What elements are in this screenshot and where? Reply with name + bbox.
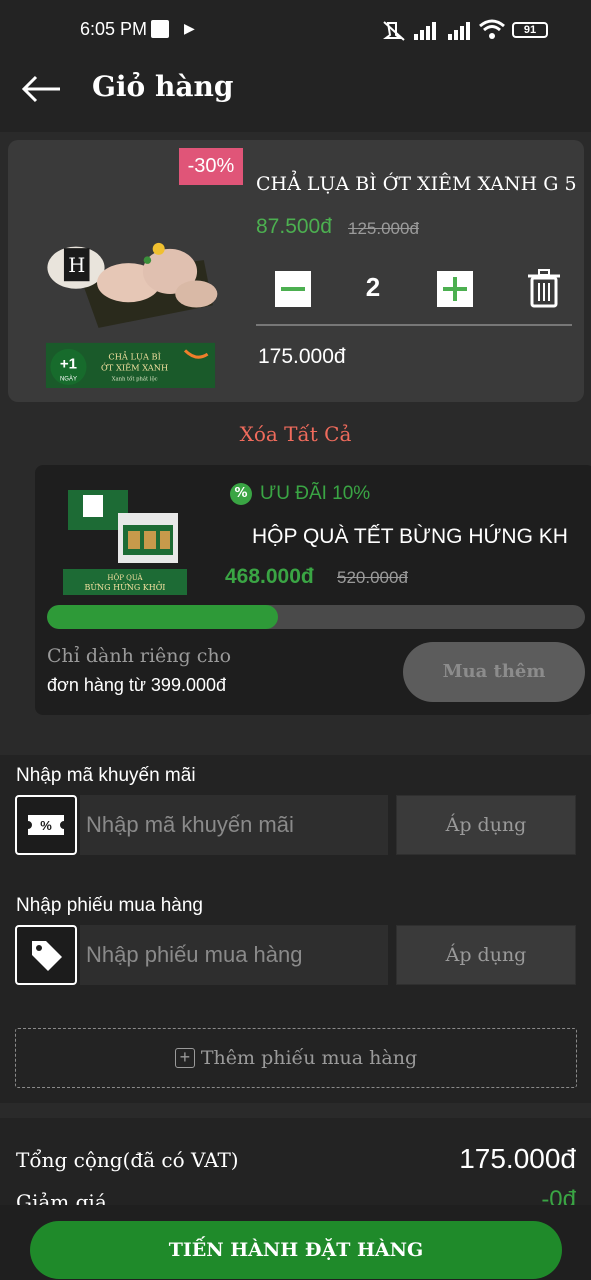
promo-progress-bar <box>47 605 585 629</box>
checkout-button[interactable]: TIẾN HÀNH ĐẶT HÀNG <box>30 1221 562 1279</box>
total-value: 175.000đ <box>459 1143 576 1174</box>
coupon-input[interactable] <box>80 925 388 985</box>
decrease-quantity-button[interactable] <box>275 271 311 307</box>
discount-badge: -30% <box>179 148 243 185</box>
buy-more-button[interactable]: Mua thêm <box>403 642 585 702</box>
svg-text:NGÀY: NGÀY <box>60 375 77 382</box>
promo-product-name[interactable]: HỘP QUÀ TẾT BỪNG HỨNG KH <box>252 525 568 549</box>
product-image[interactable]: H +1 NGÀY CHẢ LỤA BÌ ỚT XIÊM XANH Xanh t… <box>18 200 243 388</box>
svg-text:CHẢ LỤA BÌ: CHẢ LỤA BÌ <box>108 349 161 361</box>
cart-item-card: H +1 NGÀY CHẢ LỤA BÌ ỚT XIÊM XANH Xanh t… <box>8 140 584 402</box>
promo-code-icon: % <box>15 795 77 855</box>
total-label: Tổng cộng(đã có VAT) <box>16 1148 239 1172</box>
page-title: Giỏ hàng <box>92 70 234 103</box>
mute-icon <box>383 21 405 41</box>
promo-old-price: 520.000đ <box>337 568 408 587</box>
svg-text:HỘP QUÀ: HỘP QUÀ <box>107 573 143 582</box>
svg-text:+1: +1 <box>60 355 77 372</box>
promo-tag: ƯU ĐÃI 10% <box>260 483 371 504</box>
divider <box>256 324 572 326</box>
promo-progress-fill <box>47 605 279 629</box>
product-price: 87.500đ <box>256 215 332 238</box>
trash-icon[interactable] <box>526 268 562 308</box>
play-icon: ▶ <box>184 21 195 37</box>
minus-icon <box>281 287 305 291</box>
promo-price: 468.000đ <box>225 565 314 588</box>
coupon-label: Nhập phiếu mua hàng <box>16 895 203 916</box>
add-icon: + <box>174 1048 195 1068</box>
voucher-section: Nhập mã khuyến mãi % Áp dụng Nhập phiếu … <box>0 755 591 1103</box>
checkout-bar: TIẾN HÀNH ĐẶT HÀNG <box>0 1205 591 1280</box>
promo-note-line2: đơn hàng từ 399.000đ <box>47 675 226 695</box>
notification-icon <box>151 20 169 38</box>
tag-icon <box>32 941 62 971</box>
quantity-value: 2 <box>365 272 381 302</box>
promo-offer-card: HỘP QUÀ BỪNG HỨNG KHỞI % ƯU ĐÃI 10% HỘP … <box>35 465 591 715</box>
product-old-price: 125.000đ <box>348 219 419 238</box>
status-bar: 6:05 PM ▶ 91 <box>0 0 591 50</box>
add-coupon-button[interactable]: + Thêm phiếu mua hàng <box>15 1028 577 1088</box>
signal-icon <box>414 22 436 40</box>
svg-text:H: H <box>68 254 85 277</box>
promo-code-label: Nhập mã khuyến mãi <box>16 765 196 786</box>
signal-icon-2 <box>448 22 470 40</box>
svg-text:%: % <box>40 818 52 833</box>
battery-icon: 91 <box>512 22 548 38</box>
ticket-icon: % <box>28 815 64 835</box>
percent-icon: % <box>230 483 252 505</box>
clear-all-button[interactable]: Xóa Tất Cả <box>0 422 591 446</box>
add-coupon-label: Thêm phiếu mua hàng <box>200 1047 418 1069</box>
gift-box-image[interactable]: HỘP QUÀ BỪNG HỨNG KHỞI <box>63 485 187 595</box>
coupon-icon <box>15 925 77 985</box>
app-header: Giỏ hàng <box>0 50 591 132</box>
promo-note-line1: Chỉ dành riêng cho <box>47 645 232 667</box>
wifi-icon <box>479 19 505 39</box>
line-total: 175.000đ <box>258 345 346 368</box>
svg-text:Xanh tốt phát lộc: Xanh tốt phát lộc <box>112 375 158 382</box>
svg-text:ỚT XIÊM XANH: ỚT XIÊM XANH <box>101 362 168 373</box>
increase-quantity-button[interactable] <box>437 271 473 307</box>
product-name[interactable]: CHẢ LỤA BÌ ỚT XIÊM XANH G 5 <box>256 173 577 195</box>
coupon-apply-button[interactable]: Áp dụng <box>396 925 576 985</box>
back-arrow-icon[interactable] <box>20 72 64 106</box>
status-time: 6:05 PM <box>80 19 148 39</box>
promo-apply-button[interactable]: Áp dụng <box>396 795 576 855</box>
promo-code-input[interactable] <box>80 795 388 855</box>
svg-text:BỪNG HỨNG KHỞI: BỪNG HỨNG KHỞI <box>85 582 166 592</box>
